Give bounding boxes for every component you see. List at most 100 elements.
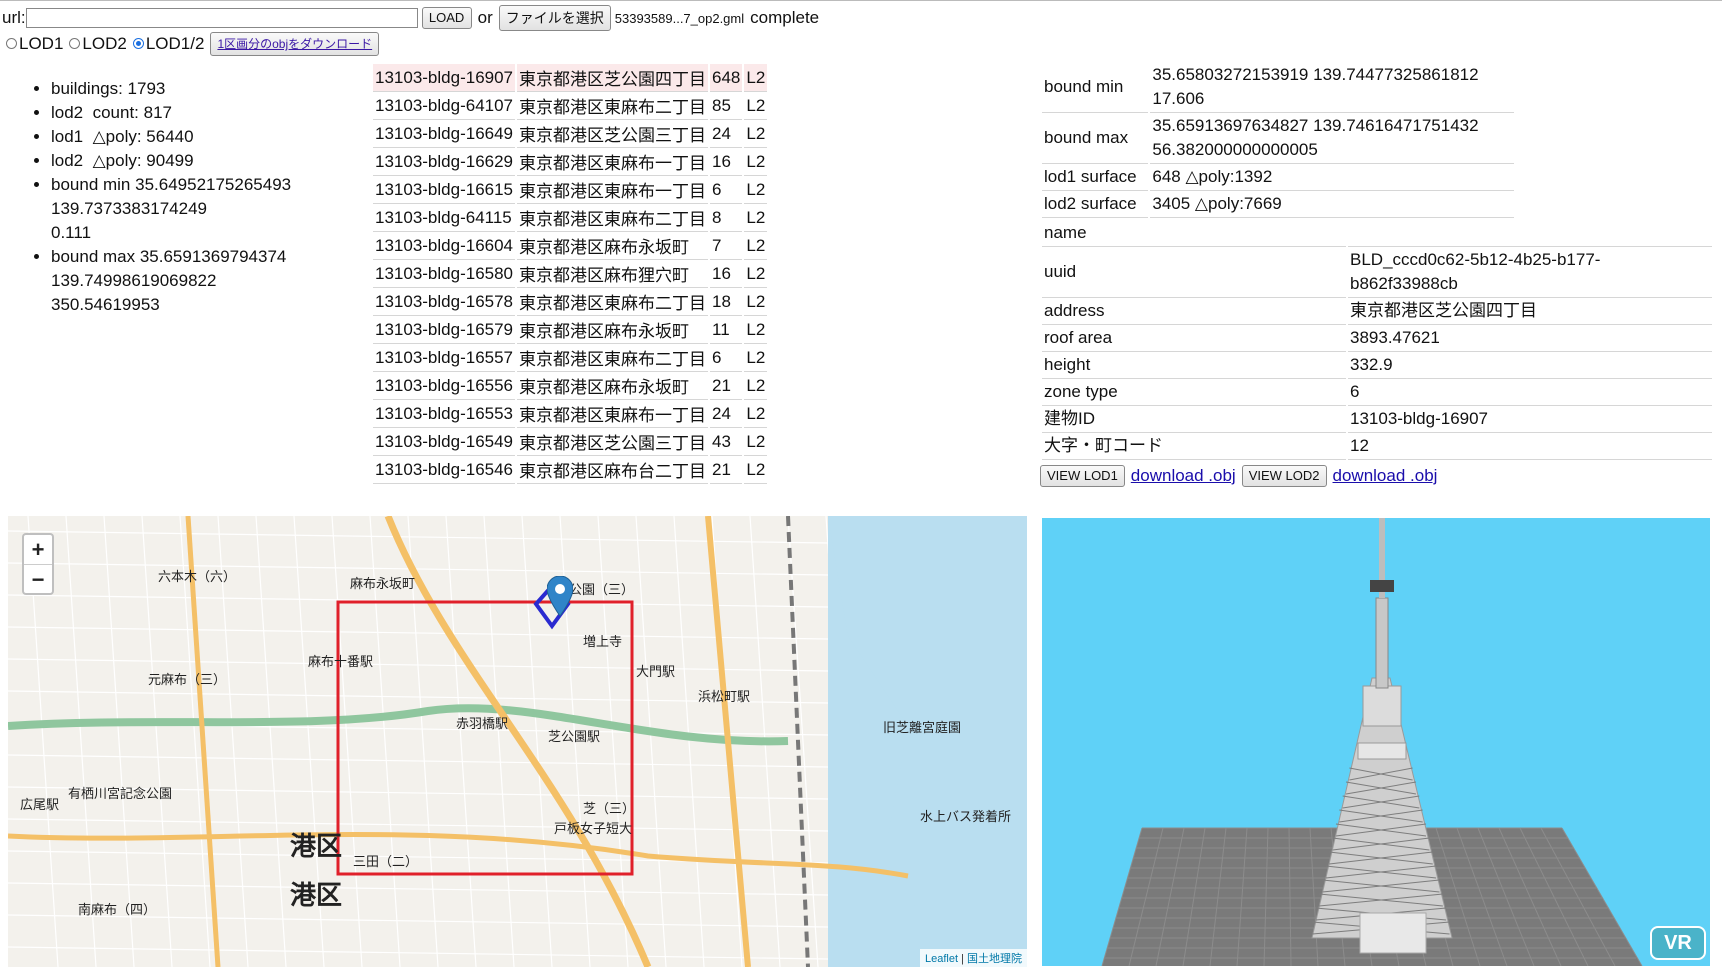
- building-id: 13103-bldg-16556: [373, 372, 516, 400]
- building-id: 13103-bldg-16649: [373, 120, 516, 148]
- map-place-label: 増上寺: [583, 635, 622, 650]
- building-id: 13103-bldg-16549: [373, 428, 516, 456]
- summary-row: bound max 35.65913697634827 139.746164717…: [1042, 113, 1514, 164]
- building-row[interactable]: 13103-bldg-16579 東京都港区麻布永坂町 11 L2: [373, 316, 768, 344]
- lod12-radio[interactable]: [132, 38, 144, 50]
- lod1-radio[interactable]: [6, 38, 17, 50]
- building-row[interactable]: 13103-bldg-16549 東京都港区芝公園三丁目 43 L2: [373, 428, 768, 456]
- map-place-label: 港区: [290, 881, 342, 911]
- building-surface-count: 43: [710, 428, 743, 456]
- building-lod: L2: [744, 204, 768, 232]
- summary-label: lod1 surface: [1042, 164, 1149, 191]
- map-view[interactable]: 麻布永坂町 芝公園（三） 麻布十番駅 赤羽橋駅 芝公園駅 大門駅 浜松町駅 三田（二） 元麻布（…: [8, 516, 1027, 967]
- building-row[interactable]: 13103-bldg-16629 東京都港区東麻布一丁目 16 L2: [373, 148, 768, 176]
- lod1-radio-option[interactable]: LOD1: [6, 34, 63, 54]
- map-place-label: 浜松町駅: [698, 690, 750, 705]
- building-surface-count: 24: [710, 400, 743, 428]
- building-lod: L2: [744, 232, 768, 260]
- zoom-out-button[interactable]: −: [24, 565, 52, 594]
- download-lod2-link[interactable]: download .obj: [1333, 466, 1438, 486]
- attribute-value: 12: [1348, 433, 1712, 460]
- building-lod: L2: [744, 92, 768, 120]
- building-row[interactable]: 13103-bldg-16578 東京都港区東麻布二丁目 18 L2: [373, 288, 768, 316]
- attribute-value: 332.9: [1348, 352, 1712, 379]
- choose-file-button[interactable]: ファイルを選択: [498, 5, 611, 31]
- building-address: 東京都港区東麻布一丁目: [517, 176, 709, 204]
- summary-value: 3405 △poly:7669: [1150, 191, 1514, 218]
- attribute-label: roof area: [1042, 325, 1346, 352]
- map-canvas[interactable]: 麻布永坂町 芝公園（三）麻布十番駅赤羽橋駅芝公園駅大門駅浜松町駅三田（二）元麻布（…: [8, 516, 1027, 967]
- building-address: 東京都港区東麻布一丁目: [517, 148, 709, 176]
- zoom-in-button[interactable]: +: [24, 535, 52, 565]
- building-row[interactable]: 13103-bldg-16553 東京都港区東麻布一丁目 24 L2: [373, 400, 768, 428]
- attribute-value: 13103-bldg-16907: [1348, 406, 1712, 433]
- building-surface-count: 24: [710, 120, 743, 148]
- lod12-radio-option[interactable]: LOD1/2: [132, 34, 204, 54]
- building-surface-count: 8: [710, 204, 743, 232]
- attribute-row: 建物ID 13103-bldg-16907: [1042, 406, 1712, 433]
- load-button[interactable]: LOAD: [421, 7, 472, 29]
- attribute-label: 大字・町コード: [1042, 433, 1346, 460]
- attribute-label: height: [1042, 352, 1346, 379]
- 3d-viewer[interactable]: [1042, 518, 1710, 966]
- building-address: 東京都港区東麻布二丁目: [517, 344, 709, 372]
- view-lod1-button[interactable]: VIEW LOD1: [1040, 465, 1125, 487]
- map-place-label: 水上バス発着所: [920, 809, 1011, 825]
- download-ward-obj-button[interactable]: 1区画分のobjをダウンロード: [210, 32, 380, 56]
- building-address: 東京都港区東麻布二丁目: [517, 92, 709, 120]
- summary-row: bound min 35.65803272153919 139.744773258…: [1042, 62, 1514, 113]
- vr-button[interactable]: VR: [1650, 926, 1706, 960]
- leaflet-link[interactable]: Leaflet: [925, 953, 958, 965]
- building-lod: L2: [744, 372, 768, 400]
- building-row[interactable]: 13103-bldg-16580 東京都港区麻布狸穴町 16 L2: [373, 260, 768, 288]
- building-address: 東京都港区東麻布二丁目: [517, 288, 709, 316]
- location-marker-icon[interactable]: [546, 575, 574, 621]
- building-row[interactable]: 13103-bldg-16907 東京都港区芝公園四丁目 648 L2: [373, 64, 768, 92]
- tower-mast: [1375, 597, 1389, 689]
- view-lod2-button[interactable]: VIEW LOD2: [1241, 465, 1327, 487]
- map-place-label: 芝公園駅: [548, 729, 600, 745]
- attribute-value: 3893.47621: [1348, 325, 1712, 352]
- building-id: 13103-bldg-16907: [373, 64, 516, 92]
- attribute-label: name: [1042, 220, 1346, 247]
- building-row[interactable]: 13103-bldg-16557 東京都港区東麻布二丁目 6 L2: [373, 344, 768, 372]
- map-place-label: 有栖川宮記念公園: [68, 786, 172, 802]
- tower-base: [1359, 912, 1427, 954]
- gsi-link[interactable]: 国土地理院: [967, 953, 1022, 965]
- building-lod: L2: [744, 260, 768, 288]
- building-lod: L2: [744, 288, 768, 316]
- map-zoom-control: + −: [22, 533, 54, 595]
- lod2-radio-option[interactable]: LOD2: [69, 34, 127, 54]
- attribute-row: 大字・町コード 12: [1042, 433, 1712, 460]
- map-place-label: 港区: [290, 832, 342, 862]
- building-surface-count: 18: [710, 288, 743, 316]
- building-lod: L2: [744, 316, 768, 344]
- building-row[interactable]: 13103-bldg-64107 東京都港区東麻布二丁目 85 L2: [373, 92, 768, 120]
- building-lod: L2: [744, 148, 768, 176]
- map-place-label: 麻布十番駅: [308, 655, 373, 670]
- attribute-row: zone type 6: [1042, 379, 1712, 406]
- top-border: [0, 0, 1722, 1]
- lod2-radio[interactable]: [69, 38, 81, 50]
- building-id: 13103-bldg-64107: [373, 92, 516, 120]
- building-row[interactable]: 13103-bldg-16604 東京都港区麻布永坂町 7 L2: [373, 232, 768, 260]
- building-row[interactable]: 13103-bldg-64115 東京都港区東麻布二丁目 8 L2: [373, 204, 768, 232]
- building-row[interactable]: 13103-bldg-16649 東京都港区芝公園三丁目 24 L2: [373, 120, 768, 148]
- load-status: complete: [750, 8, 820, 27]
- building-id: 13103-bldg-16546: [373, 456, 516, 484]
- building-id: 13103-bldg-16604: [373, 232, 516, 260]
- stat-item: lod2 △poly: 90499: [51, 149, 359, 173]
- building-address: 東京都港区麻布台二丁目: [517, 456, 709, 484]
- building-row[interactable]: 13103-bldg-16546 東京都港区麻布台二丁目 21 L2: [373, 456, 768, 484]
- building-id: 13103-bldg-16579: [373, 316, 516, 344]
- attribute-label: uuid: [1042, 247, 1346, 298]
- attribute-value: 東京都港区芝公園四丁目: [1348, 298, 1712, 325]
- stats-list: buildings: 1793lod2 count: 817lod1 △poly…: [29, 77, 359, 317]
- building-row[interactable]: 13103-bldg-16556 東京都港区麻布永坂町 21 L2: [373, 372, 768, 400]
- url-input[interactable]: [25, 8, 418, 28]
- building-lod: L2: [744, 456, 768, 484]
- map-place-label: 広尾駅: [20, 798, 59, 813]
- download-lod1-link[interactable]: download .obj: [1131, 466, 1236, 486]
- building-row[interactable]: 13103-bldg-16615 東京都港区東麻布一丁目 6 L2: [373, 176, 768, 204]
- attribute-row: name: [1042, 220, 1712, 247]
